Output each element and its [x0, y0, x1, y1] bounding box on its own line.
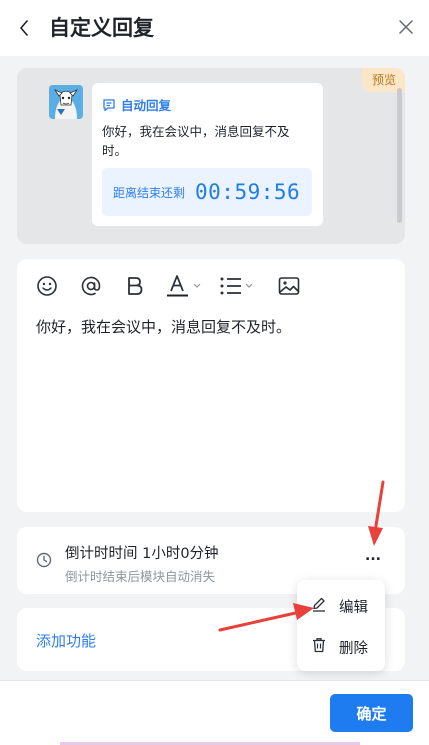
countdown-box: 距离结束还剩 00:59:56 — [102, 168, 312, 216]
editor-toolbar — [17, 259, 405, 311]
message-editor[interactable]: 你好，我在会议中，消息回复不及时。 — [17, 259, 405, 512]
image-button[interactable] — [277, 273, 301, 299]
list-button[interactable] — [219, 273, 259, 299]
close-icon — [399, 20, 413, 34]
menu-item-edit-label: 编辑 — [339, 600, 368, 616]
more-options-button[interactable]: ... — [364, 549, 382, 568]
countdown-label: 距离结束还剩 — [113, 185, 186, 200]
emoji-icon — [37, 276, 57, 296]
chevron-left-icon — [20, 20, 28, 36]
edit-icon — [313, 597, 325, 612]
card-header-label: 自动回复 — [121, 98, 172, 113]
add-function-link[interactable]: 添加功能 — [36, 630, 96, 651]
emoji-button[interactable] — [35, 273, 59, 299]
more-options-menu: 编辑 删除 — [297, 580, 385, 671]
auto-reply-icon — [103, 98, 115, 111]
page-title: 自定义回复 — [49, 16, 154, 40]
back-button[interactable] — [14, 16, 34, 40]
trash-icon — [313, 638, 325, 653]
card-message: 你好，我在会议中，消息回复不及时。 — [102, 124, 290, 158]
footer: 确定 — [0, 680, 429, 745]
menu-item-delete[interactable]: 删除 — [297, 629, 385, 663]
font-color-icon — [167, 275, 201, 297]
avatar — [49, 85, 83, 119]
auto-reply-card: 自动回复 你好，我在会议中，消息回复不及时。 距离结束还剩 00:59:56 — [92, 83, 323, 226]
preview-panel: 预览 自动回复 你好，我在会议中，消息回复不及时。 距离结束还剩 00:59:5… — [17, 68, 405, 244]
bold-icon — [128, 277, 143, 295]
close-button[interactable] — [395, 16, 417, 38]
header: 自定义回复 — [0, 0, 429, 56]
countdown-time: 00:59:56 — [195, 180, 301, 204]
card-header: 自动回复 — [102, 95, 171, 114]
menu-item-edit[interactable]: 编辑 — [297, 588, 385, 622]
editor-content[interactable]: 你好，我在会议中，消息回复不及时。 — [36, 316, 291, 337]
bold-button[interactable] — [124, 273, 146, 299]
countdown-hint: 倒计时结束后模块自动消失 — [65, 569, 216, 584]
list-icon — [220, 277, 253, 295]
countdown-duration: 倒计时时间 1小时0分钟 — [65, 546, 219, 562]
menu-item-delete-label: 删除 — [339, 641, 368, 657]
font-color-button[interactable] — [166, 273, 206, 299]
mention-icon — [81, 276, 101, 296]
preview-scrollbar[interactable] — [397, 88, 402, 223]
confirm-button[interactable]: 确定 — [330, 694, 413, 732]
mention-button[interactable] — [79, 273, 103, 299]
clock-icon — [36, 552, 52, 568]
image-icon — [278, 277, 300, 295]
